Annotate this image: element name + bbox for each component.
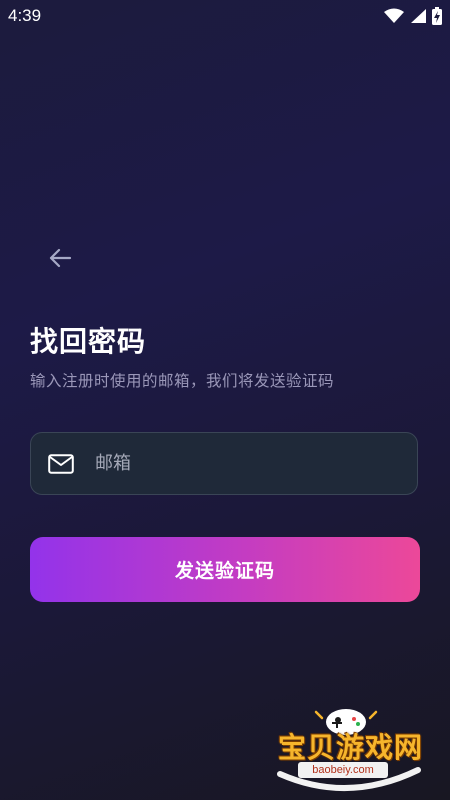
watermark-url: baobeiy.com (298, 762, 388, 778)
mail-icon (48, 454, 74, 474)
status-time: 4:39 (8, 6, 42, 25)
page-subtitle: 输入注册时使用的邮箱，我们将发送验证码 (30, 372, 335, 390)
send-code-button[interactable]: 发送验证码 (30, 537, 420, 602)
cellular-signal-icon (411, 9, 426, 23)
battery-charging-icon (432, 7, 442, 25)
arrow-left-icon (49, 248, 72, 268)
back-button[interactable] (44, 244, 76, 272)
status-bar: 4:39 (0, 0, 450, 32)
status-icons (384, 7, 442, 25)
page-title: 找回密码 (30, 325, 147, 358)
wifi-icon (384, 8, 404, 23)
email-field[interactable] (30, 432, 418, 495)
site-watermark: 宝贝游戏网 baobeiy.com (268, 704, 433, 796)
email-input[interactable] (95, 433, 405, 494)
watermark-text: 宝贝游戏网 (278, 731, 424, 764)
